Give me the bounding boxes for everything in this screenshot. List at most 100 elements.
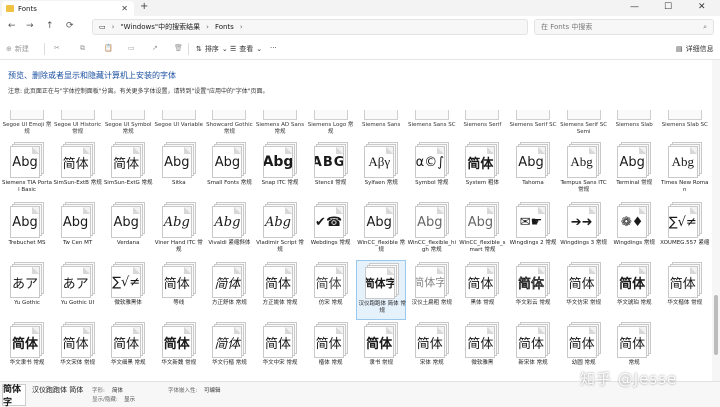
- cut-icon[interactable]: ✂: [54, 44, 60, 52]
- font-item[interactable]: 简体 华文行楷 常规: [204, 320, 254, 380]
- page-note: 注意: 此页面正在与"字体控制面板"分离。有关更多字体设置，请转到"设置"应用中…: [8, 88, 269, 95]
- font-item[interactable]: Abg Vladimir Script 常规: [255, 200, 305, 260]
- font-item[interactable]: Abg Snap ITC 常规: [255, 140, 305, 200]
- font-item[interactable]: 简体 宋体 常规: [407, 320, 457, 380]
- font-label: Siemens Logo 常规: [307, 122, 354, 135]
- font-item[interactable]: ∑√≠ 微软雅黑体: [103, 260, 153, 320]
- font-label: SimSun-ExtB 常规: [53, 180, 102, 186]
- font-sample: ∑√≠: [112, 274, 141, 290]
- forward-button[interactable]: →: [26, 21, 34, 31]
- refresh-button[interactable]: ⟳: [66, 21, 74, 31]
- font-thumbnail: [212, 110, 247, 120]
- navigation-bar: ← → ↑ ⟳ ▭ › "Windows"中的搜索结果 › Fonts › 在 …: [0, 16, 720, 38]
- font-item[interactable]: 简体 华文中宋 常规: [255, 320, 305, 380]
- font-item[interactable]: 简体 System 粗体: [457, 140, 507, 200]
- font-item[interactable]: 简体 SimSun-ExtG 常规: [103, 140, 153, 200]
- new-button[interactable]: ⊕ 新建: [6, 44, 29, 54]
- font-item[interactable]: Αβγ Sylfaen 常规: [356, 140, 406, 200]
- font-item[interactable]: 简体 SimSun-ExtB 常规: [53, 140, 103, 200]
- share-icon[interactable]: ↗: [152, 44, 158, 52]
- font-item[interactable]: 简体 华文琥珀 常规: [609, 260, 659, 320]
- font-item[interactable]: Abg Tempus Sans ITC 常规: [559, 140, 609, 200]
- font-item[interactable]: 简体 华文细黑 常规: [103, 320, 153, 380]
- sort-button[interactable]: ⇅ 排序 ⌄: [196, 44, 228, 54]
- font-item[interactable]: ✔☎ Webdings 常规: [306, 200, 356, 260]
- font-item[interactable]: ❁♦ Wingdings 常规: [609, 200, 659, 260]
- font-item[interactable]: 简体 华文宋体 常规: [53, 320, 103, 380]
- font-label: Siemens Slab SC: [661, 122, 708, 128]
- paste-icon[interactable]: 📋: [104, 44, 113, 52]
- close-tab-icon[interactable]: ✕: [121, 4, 128, 13]
- font-item[interactable]: Abg Siemens TIA Portal Basic: [2, 140, 52, 200]
- tab-fonts[interactable]: Fonts ✕: [2, 1, 134, 16]
- font-item[interactable]: 简体 华文彩云 常规: [508, 260, 558, 320]
- font-item[interactable]: ➔➜ Wingdings 3 常规: [559, 200, 609, 260]
- breadcrumb-search[interactable]: "Windows"中的搜索结果: [120, 22, 200, 32]
- font-item[interactable]: 简体 华文楷体 常规: [660, 260, 710, 320]
- font-label: 汉仪跑跑体 简体 常规: [358, 301, 406, 314]
- font-item[interactable]: ✉☛ Wingdings 2 常规: [508, 200, 558, 260]
- font-thumbnail: Abg: [465, 202, 501, 238]
- up-button[interactable]: ↑: [46, 21, 54, 31]
- close-window-button[interactable]: ✕: [698, 2, 706, 12]
- font-sample: 简体字: [414, 276, 445, 289]
- vertical-scrollbar[interactable]: [712, 60, 720, 381]
- font-item-selected[interactable]: 简体字 汉仪跑跑体 简体 常规: [356, 260, 407, 320]
- back-button[interactable]: ←: [8, 21, 16, 31]
- font-item[interactable]: α©∫ Symbol 常规: [407, 140, 457, 200]
- font-item[interactable]: あア Yu Gothic UI: [53, 260, 103, 320]
- font-item[interactable]: Abg Times New Roman: [660, 140, 710, 200]
- font-item[interactable]: Abg Tw Cen MT: [53, 200, 103, 260]
- font-item[interactable]: Abg Viner Hand ITC 常规: [154, 200, 204, 260]
- font-sample: 简体: [113, 336, 140, 352]
- details-button[interactable]: ▤ 详细信息: [676, 44, 714, 54]
- font-item[interactable]: Abg Verdana: [103, 200, 153, 260]
- more-button[interactable]: ···: [270, 44, 277, 52]
- font-item[interactable]: ABG Stencil 常规: [306, 140, 356, 200]
- font-item[interactable]: 简体 方正姚体 常规: [255, 260, 305, 320]
- font-item[interactable]: 简体 微软雅黑: [457, 320, 507, 380]
- font-item[interactable]: 简体 仿宋 常规: [306, 260, 356, 320]
- font-item[interactable]: 简体 楷体 常规: [306, 320, 356, 380]
- font-item[interactable]: Abg Vivaldi 紧缩斜体: [204, 200, 254, 260]
- font-item[interactable]: Abg Trebuchet MS: [2, 200, 52, 260]
- font-item[interactable]: Abg Sitka: [154, 140, 204, 200]
- address-bar[interactable]: ▭ › "Windows"中的搜索结果 › Fonts ›: [92, 19, 528, 35]
- copy-icon[interactable]: ⧉: [80, 44, 85, 53]
- font-sample: Abg: [12, 154, 38, 170]
- font-item[interactable]: 简体 华文隶书 常规: [2, 320, 52, 380]
- font-item[interactable]: 简体 方正舒体 常规: [204, 260, 254, 320]
- maximize-button[interactable]: ☐: [664, 2, 672, 12]
- font-item[interactable]: ∑√≠ XOUMEG.557 紧缩: [660, 200, 710, 260]
- search-input[interactable]: 在 Fonts 中搜索 ⌕: [534, 19, 714, 35]
- font-thumbnail: [414, 110, 449, 120]
- font-label: 方正姚体 常规: [262, 300, 298, 306]
- font-thumbnail: Abg: [111, 202, 147, 238]
- font-item[interactable]: 简体 等线: [154, 260, 204, 320]
- view-button[interactable]: ☰ 查看 ⌄: [230, 44, 262, 54]
- font-item[interactable]: Abg WinCC_flexible_high 常规: [407, 200, 457, 260]
- font-thumbnail: [10, 110, 44, 120]
- font-item[interactable]: Abg Tahoma: [508, 140, 558, 200]
- font-item[interactable]: Abg WinCC_flexible_smart 常规: [457, 200, 507, 260]
- font-item[interactable]: 简体字 汉仪土扁粗 常规: [407, 260, 457, 320]
- font-item[interactable]: 简体 隶书 常规: [356, 320, 406, 380]
- font-item[interactable]: 简体 黑体 常规: [457, 260, 507, 320]
- font-label: Segoe UI Historic 常规: [54, 122, 102, 135]
- font-label: Sitka: [171, 180, 186, 186]
- delete-icon[interactable]: 🗑: [174, 44, 183, 52]
- font-item[interactable]: Abg Terminal 常规: [609, 140, 659, 200]
- font-item[interactable]: あア Yu Gothic: [2, 260, 52, 320]
- font-item[interactable]: 简体 华文仿宋 常规: [559, 260, 609, 320]
- minimize-button[interactable]: —: [630, 2, 639, 12]
- font-sample: 简体: [416, 336, 443, 352]
- font-item[interactable]: Abg WinCC_flexible 常规: [356, 200, 406, 260]
- font-item[interactable]: Abg Small Fonts 常规: [204, 140, 254, 200]
- font-item[interactable]: 简体 华文新魏 常规: [154, 320, 204, 380]
- new-tab-button[interactable]: +: [140, 1, 148, 12]
- scrollbar-thumb[interactable]: [714, 295, 718, 355]
- rename-icon[interactable]: ▭: [128, 44, 135, 52]
- breadcrumb-fonts[interactable]: Fonts: [215, 23, 234, 31]
- font-item[interactable]: 简体 新宋体 常规: [508, 320, 558, 380]
- font-sample: 简体: [163, 276, 190, 292]
